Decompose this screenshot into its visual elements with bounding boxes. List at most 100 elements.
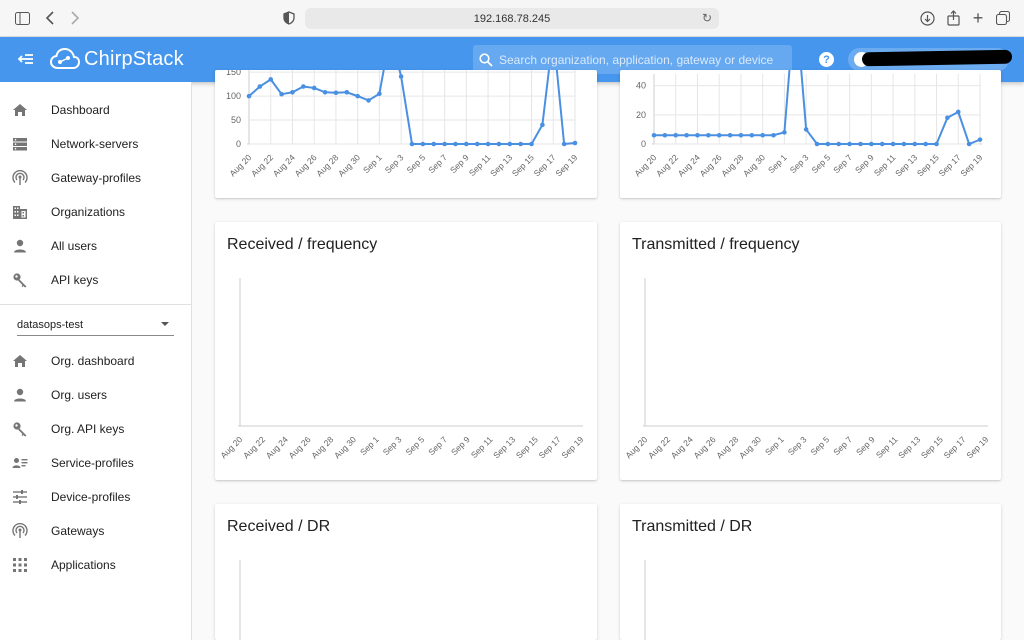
new-tab-icon[interactable]: + bbox=[969, 8, 987, 28]
data-point bbox=[901, 141, 907, 147]
home-icon bbox=[13, 104, 27, 116]
data-point bbox=[945, 115, 950, 121]
sidebar-item-device-profiles[interactable]: Device-profiles bbox=[0, 480, 191, 514]
data-point bbox=[246, 93, 252, 99]
x-tick-label: Sep 13 bbox=[488, 152, 514, 178]
sidebar-item-api-keys[interactable]: API keys bbox=[0, 263, 191, 297]
data-point bbox=[651, 132, 657, 138]
y-tick-label: 0 bbox=[236, 139, 241, 149]
x-tick-label: Sep 15 bbox=[915, 152, 941, 178]
help-icon[interactable]: ? bbox=[819, 52, 834, 67]
data-point bbox=[879, 141, 885, 147]
sidebar-item-org-api-keys[interactable]: Org. API keys bbox=[0, 412, 191, 446]
menu-collapse-icon[interactable] bbox=[16, 49, 36, 69]
x-tick-label: Aug 24 bbox=[669, 434, 695, 460]
x-tick-label: Sep 17 bbox=[937, 152, 963, 178]
account-details-icon bbox=[12, 458, 28, 468]
x-tick-label: Sep 1 bbox=[358, 434, 381, 457]
sidebar-item-applications[interactable]: Applications bbox=[0, 548, 191, 582]
x-tick-label: Sep 19 bbox=[553, 152, 579, 178]
sidebar-toggle-icon[interactable] bbox=[13, 9, 31, 27]
data-point bbox=[518, 141, 523, 147]
share-icon[interactable] bbox=[944, 9, 962, 27]
address-bar[interactable]: 192.168.78.245 ↻ bbox=[305, 8, 719, 29]
data-point bbox=[464, 141, 469, 147]
sidebar-item-org-users[interactable]: Org. users bbox=[0, 378, 191, 412]
data-point bbox=[803, 127, 809, 132]
x-tick-label: Sep 3 bbox=[383, 152, 406, 175]
data-point bbox=[366, 98, 371, 103]
sidebar-item-org-dashboard[interactable]: Org. dashboard bbox=[0, 344, 191, 378]
organization-select[interactable]: datasops-test bbox=[17, 314, 174, 336]
sidebar-item-dashboard[interactable]: Dashboard bbox=[0, 93, 191, 127]
x-tick-label: Aug 20 bbox=[632, 152, 658, 178]
sidebar-item-service-profiles[interactable]: Service-profiles bbox=[0, 446, 191, 480]
x-tick-label: Aug 22 bbox=[241, 434, 267, 460]
x-tick-label: Sep 15 bbox=[510, 152, 536, 178]
y-tick-label: 50 bbox=[231, 115, 241, 125]
x-tick-label: Sep 13 bbox=[893, 152, 919, 178]
search-icon bbox=[479, 52, 493, 67]
x-tick-label: Aug 30 bbox=[741, 152, 767, 178]
radio-tower-icon bbox=[12, 170, 28, 185]
x-tick-label: Sep 11 bbox=[467, 152, 493, 178]
sidebar-item-network-servers[interactable]: Network-servers bbox=[0, 127, 191, 161]
x-tick-label: Sep 7 bbox=[426, 434, 449, 457]
data-point bbox=[673, 132, 679, 138]
data-point bbox=[706, 132, 711, 138]
x-tick-label: Aug 28 bbox=[719, 152, 745, 178]
search-input[interactable] bbox=[499, 52, 789, 67]
apps-grid-icon bbox=[13, 558, 27, 572]
download-icon[interactable] bbox=[918, 9, 936, 27]
sidebar-item-label: Org. API keys bbox=[51, 422, 125, 436]
transmitted-packets-card: 40 20 0 Aug 20 Aug 22 Aug 24 Aug 26 Aug 28 Aug 3… bbox=[620, 70, 1001, 198]
sidebar-item-label: Org. dashboard bbox=[51, 354, 135, 368]
x-tick-label: Aug 24 bbox=[271, 152, 297, 178]
x-tick-label: Aug 20 bbox=[218, 434, 244, 460]
received-dr-card: Received / DR bbox=[215, 504, 597, 640]
x-tick-label: Sep 5 bbox=[808, 434, 831, 457]
forward-icon[interactable] bbox=[66, 9, 84, 27]
data-point bbox=[858, 141, 863, 147]
x-tick-label: Sep 13 bbox=[491, 434, 517, 460]
x-tick-label: Aug 26 bbox=[691, 434, 717, 460]
x-tick-label: Sep 15 bbox=[514, 434, 540, 460]
x-tick-label: Sep 15 bbox=[919, 434, 945, 460]
redacted-username bbox=[861, 49, 1013, 67]
key-icon bbox=[13, 273, 27, 288]
x-tick-label: Aug 20 bbox=[227, 152, 253, 178]
y-tick-label: 150 bbox=[226, 70, 241, 77]
x-tick-label: Sep 3 bbox=[788, 152, 811, 175]
sidebar-item-label: Dashboard bbox=[51, 103, 110, 117]
data-point bbox=[771, 132, 776, 138]
data-point bbox=[420, 141, 426, 147]
x-tick-label: Aug 22 bbox=[646, 434, 672, 460]
reload-icon[interactable]: ↻ bbox=[702, 11, 712, 25]
sidebar-item-gateways[interactable]: Gateways bbox=[0, 514, 191, 548]
data-point bbox=[474, 141, 480, 147]
data-point bbox=[496, 141, 502, 147]
received-frequency-card: Received / frequency Aug 20 Aug 22 Aug 24 A… bbox=[215, 222, 597, 480]
data-point bbox=[662, 132, 668, 138]
person-icon bbox=[14, 239, 26, 253]
tabs-overview-icon[interactable] bbox=[994, 9, 1012, 27]
shield-icon[interactable] bbox=[280, 9, 298, 27]
sidebar-item-gateway-profiles[interactable]: Gateway-profiles bbox=[0, 161, 191, 195]
sidebar-item-all-users[interactable]: All users bbox=[0, 229, 191, 263]
back-icon[interactable] bbox=[41, 9, 59, 27]
x-tick-label: Sep 1 bbox=[766, 152, 789, 175]
sidebar-item-label: Gateways bbox=[51, 524, 105, 538]
server-icon bbox=[13, 138, 27, 151]
sidebar-item-label: API keys bbox=[51, 273, 99, 287]
cloud-logo-icon bbox=[50, 47, 80, 69]
data-point bbox=[409, 141, 415, 147]
user-menu-button[interactable] bbox=[848, 48, 1013, 71]
brand-logo[interactable]: ChirpStack bbox=[50, 45, 184, 73]
data-point bbox=[782, 130, 787, 135]
data-point bbox=[398, 74, 404, 79]
x-tick-label: Aug 22 bbox=[654, 152, 680, 178]
sidebar-item-organizations[interactable]: Organizations bbox=[0, 195, 191, 229]
x-tick-label: Sep 11 bbox=[872, 152, 898, 178]
building-icon bbox=[13, 206, 27, 219]
sidebar-item-label: Gateway-profiles bbox=[51, 171, 142, 185]
